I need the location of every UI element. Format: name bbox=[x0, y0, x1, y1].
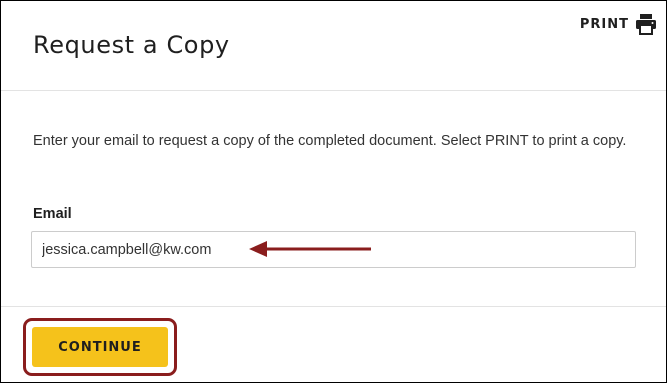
continue-highlight-box: CONTINUE bbox=[23, 318, 177, 376]
dialog-title: Request a Copy bbox=[33, 31, 230, 59]
email-field[interactable] bbox=[31, 231, 636, 268]
request-copy-dialog: Request a Copy PRINT Enter your email to… bbox=[0, 0, 667, 383]
continue-button[interactable]: CONTINUE bbox=[32, 327, 168, 367]
email-label: Email bbox=[33, 206, 72, 222]
print-button[interactable]: PRINT bbox=[580, 13, 657, 35]
instructions-text: Enter your email to request a copy of th… bbox=[33, 133, 627, 149]
dialog-header: Request a Copy PRINT bbox=[1, 1, 666, 91]
print-label: PRINT bbox=[579, 16, 629, 32]
dialog-footer: CONTINUE bbox=[1, 306, 666, 382]
printer-icon bbox=[636, 14, 656, 35]
